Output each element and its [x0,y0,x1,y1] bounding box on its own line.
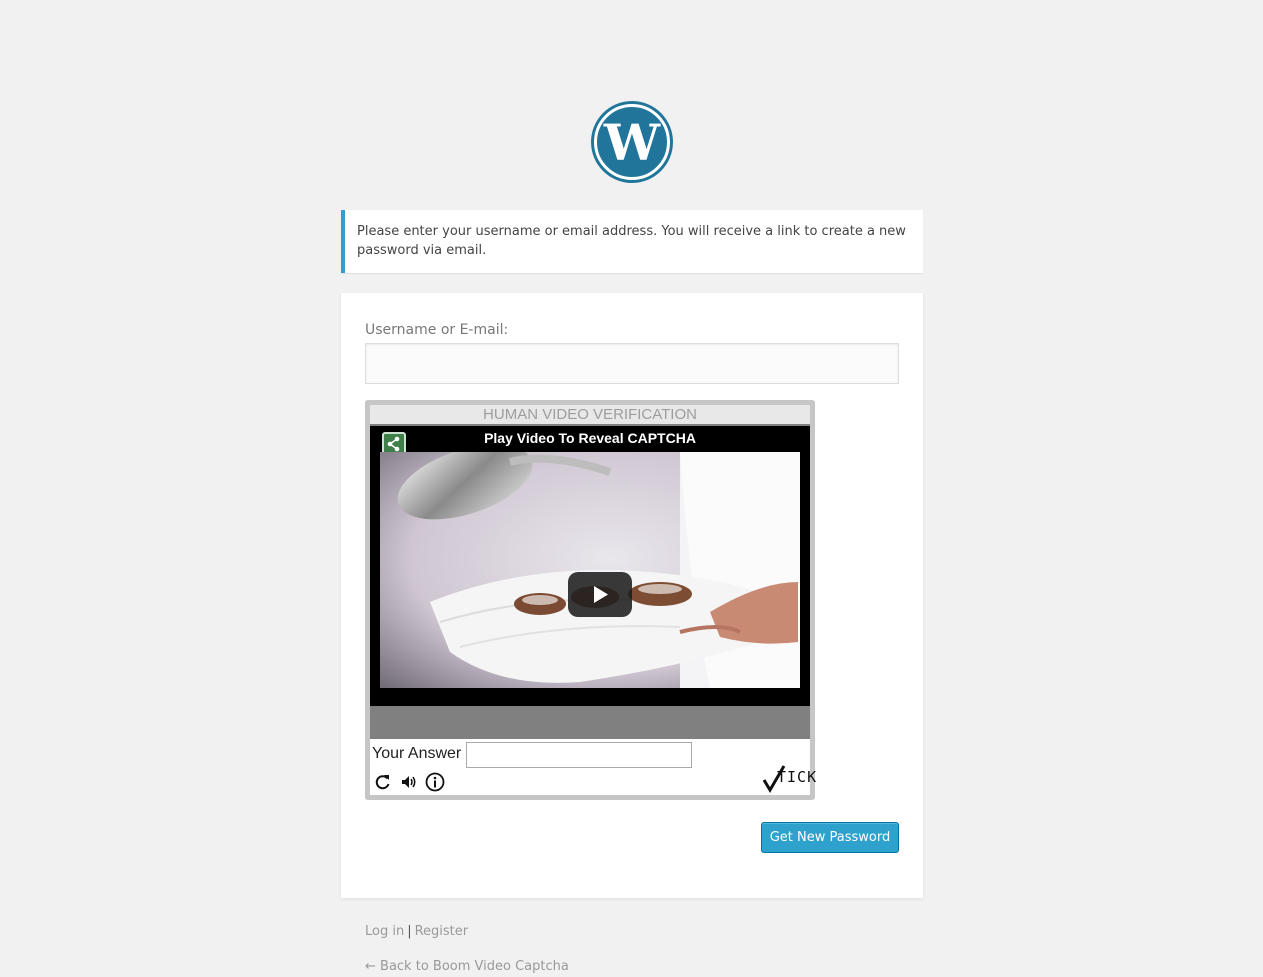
answer-row: Your Answer TICK [370,739,816,795]
instruction-text: Please enter your username or email addr… [357,224,906,258]
video-frame: Play Video To Reveal CAPTCHA [370,424,810,739]
answer-label: Your Answer [372,745,462,762]
get-new-password-button[interactable]: Get New Password [761,822,899,853]
refresh-icon[interactable] [373,772,393,792]
login-link[interactable]: Log in [365,924,404,939]
svg-text:W: W [603,113,661,172]
captcha-answer-input[interactable] [466,742,692,768]
back-to-site-link[interactable]: ← Back to Boom Video Captcha [365,959,569,974]
tick-logo-text: TICK [777,768,818,786]
footer-nav: Log in | Register [365,924,468,939]
video-captcha-widget: HUMAN VIDEO VERIFICATION Play Video To R… [365,400,816,800]
lost-password-form: Username or E-mail: HUMAN VIDEO VERIFICA… [341,293,923,898]
video-thumbnail-image [380,452,800,688]
tick-logo: TICK [762,763,816,793]
nav-separator: | [407,924,412,939]
play-button[interactable] [568,572,632,617]
video-thumbnail[interactable] [380,452,800,688]
video-player[interactable]: Play Video To Reveal CAPTCHA [370,426,810,706]
info-icon[interactable] [425,772,445,792]
audio-icon[interactable] [399,772,419,792]
play-icon [594,586,608,603]
register-link[interactable]: Register [415,924,469,939]
wordpress-logo[interactable]: W [590,100,674,184]
instruction-message: Please enter your username or email addr… [341,210,923,273]
video-title[interactable]: Play Video To Reveal CAPTCHA [370,430,810,446]
username-label: Username or E-mail: [365,322,509,338]
captcha-title: HUMAN VIDEO VERIFICATION [370,405,810,424]
username-input[interactable] [365,343,899,384]
share-icon [387,436,400,452]
